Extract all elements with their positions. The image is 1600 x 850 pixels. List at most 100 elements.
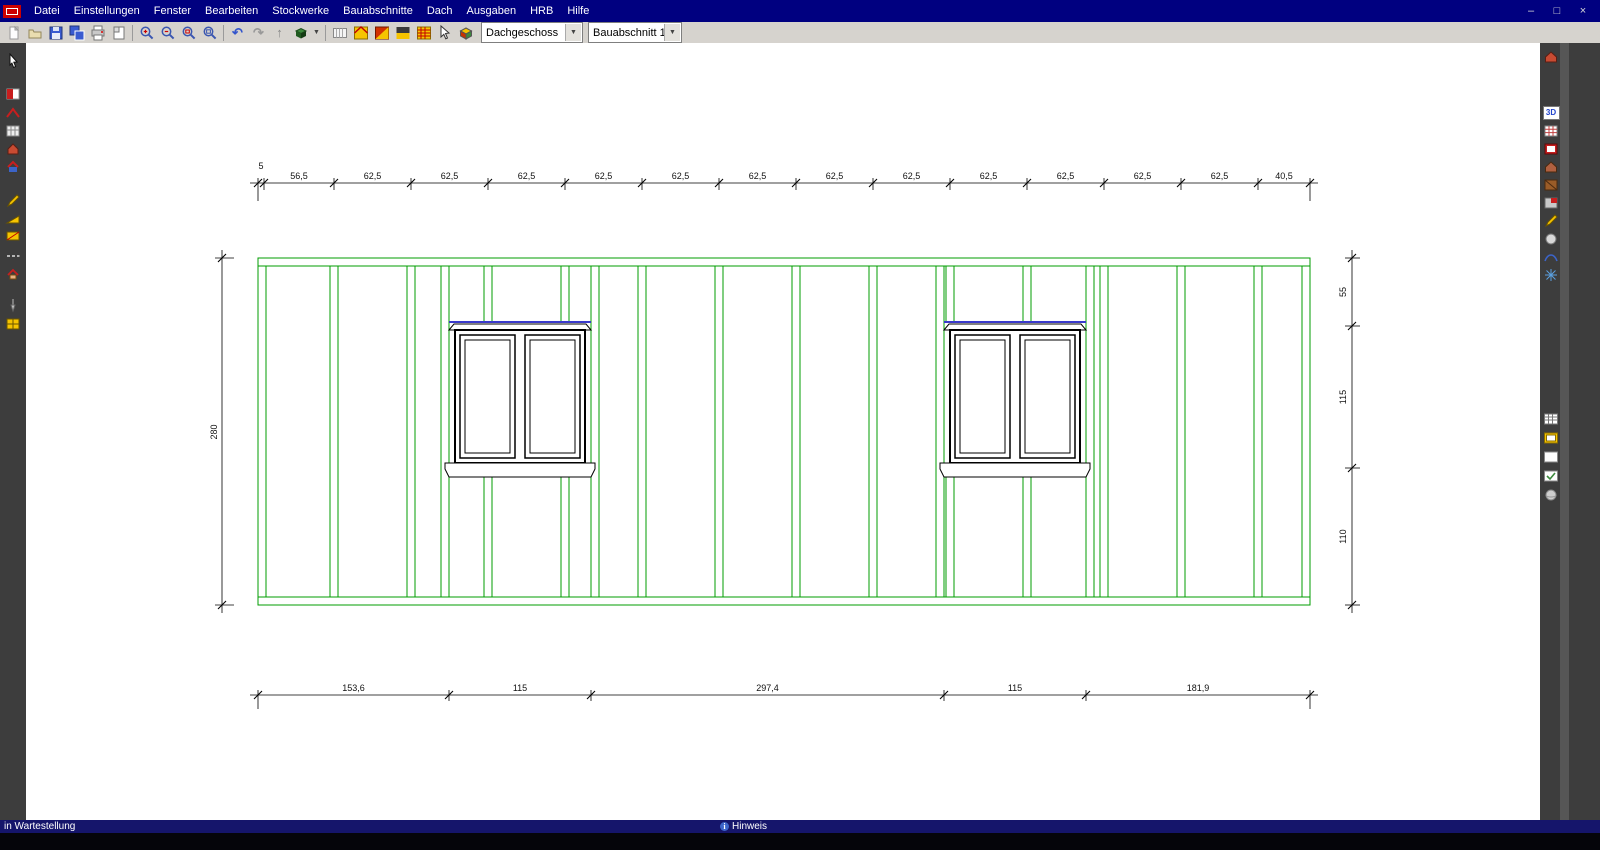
bottom-plate — [258, 597, 1310, 605]
white-panel-button[interactable] — [1542, 448, 1560, 465]
main-toolbar: ↶↷↑ ▼ Dachgeschoss ▼ Bauabschnitt 1 ▼ — [0, 22, 1600, 44]
hand-roof-tool-button[interactable] — [4, 265, 22, 282]
menu-item-hilfe[interactable]: Hilfe — [560, 3, 596, 19]
stud-lower — [946, 477, 954, 597]
red-grid-button[interactable] — [1542, 122, 1560, 139]
app-logo-icon — [3, 5, 21, 18]
maximize-button[interactable]: □ — [1550, 5, 1564, 17]
3d-view-badge-button[interactable]: 3D — [1542, 104, 1560, 121]
plumb-tool-button[interactable] — [4, 296, 22, 313]
storey-house-tool-button[interactable] — [4, 158, 22, 175]
stud — [715, 266, 723, 597]
window-glass — [960, 340, 1005, 453]
dimension-label: 62,5 — [1057, 171, 1075, 181]
display-mode-cube-button[interactable] — [291, 24, 311, 42]
pan-view-button[interactable]: ↑ — [270, 24, 290, 42]
layer-roof-button[interactable] — [351, 24, 371, 42]
stud-upper — [484, 266, 492, 322]
curve-button[interactable] — [1542, 248, 1560, 265]
dimension-label: 115 — [1008, 683, 1022, 693]
stud-lower — [561, 477, 569, 597]
info-icon: i — [720, 822, 729, 831]
zoom-out-button[interactable] — [158, 24, 178, 42]
dimension-label: 62,5 — [826, 171, 844, 181]
window — [445, 322, 595, 477]
zoom-fit-button[interactable] — [200, 24, 220, 42]
dimension-label: 153,6 — [342, 683, 365, 693]
print-preview-button[interactable] — [109, 24, 129, 42]
top-plate — [258, 258, 1310, 266]
select-mode-button[interactable] — [435, 24, 455, 42]
undo-button[interactable]: ↶ — [228, 24, 248, 42]
pencil-small-button[interactable] — [1542, 212, 1560, 229]
hatch-tool-button[interactable] — [4, 227, 22, 244]
pointer-tool-button[interactable] — [4, 52, 22, 69]
close-button[interactable]: × — [1576, 5, 1590, 17]
zoom-in-button[interactable] — [137, 24, 157, 42]
redo-button[interactable]: ↷ — [249, 24, 269, 42]
right-toolbar-strip — [1560, 43, 1569, 820]
dimension-label: 62,5 — [518, 171, 536, 181]
layer-wall-button[interactable] — [372, 24, 392, 42]
project-house-button[interactable] — [1542, 48, 1560, 65]
wall-view-button[interactable] — [330, 24, 350, 42]
grid-tool-button[interactable] — [4, 122, 22, 139]
roof-tool-button[interactable] — [4, 104, 22, 121]
section-select-value: Bauabschnitt 1 — [589, 27, 666, 39]
print-button[interactable] — [88, 24, 108, 42]
toolbar-separator — [223, 25, 224, 41]
menu-item-bauabschnitte[interactable]: Bauabschnitte — [336, 3, 420, 19]
red-panel-button[interactable] — [1542, 140, 1560, 157]
panel-grid-tool-button[interactable] — [4, 315, 22, 332]
window-controls: – □ × — [1524, 5, 1600, 17]
wedge-tool-button[interactable] — [4, 210, 22, 227]
sphere-button[interactable] — [1542, 486, 1560, 503]
stud — [1254, 266, 1262, 597]
menu-bar: DateiEinstellungenFensterBearbeitenStock… — [0, 0, 1600, 22]
minimize-button[interactable]: – — [1524, 5, 1538, 17]
menu-item-einstellungen[interactable]: Einstellungen — [67, 3, 147, 19]
table-grid-button[interactable] — [1542, 410, 1560, 427]
pencil-tool-button[interactable] — [4, 192, 22, 209]
dimension-label: 115 — [1338, 390, 1348, 404]
gray-red-button[interactable] — [1542, 194, 1560, 211]
split-panel-tool-button[interactable] — [4, 85, 22, 102]
menu-item-bearbeiten[interactable]: Bearbeiten — [198, 3, 265, 19]
menu-item-datei[interactable]: Datei — [27, 3, 67, 19]
save-all-button[interactable] — [67, 24, 87, 42]
dimension-label: 62,5 — [1211, 171, 1229, 181]
section-select-caret-icon[interactable]: ▼ — [664, 24, 680, 41]
view-3d-button[interactable] — [456, 24, 476, 42]
zoom-window-button[interactable] — [179, 24, 199, 42]
new-file-button[interactable] — [4, 24, 24, 42]
window-panel-button[interactable] — [1542, 429, 1560, 446]
stud — [1302, 266, 1310, 597]
menu-item-fenster[interactable]: Fenster — [147, 3, 198, 19]
right-dimension-chain: 55115110 — [1338, 250, 1360, 613]
dimension-label: 62,5 — [595, 171, 613, 181]
house-small-button[interactable] — [1542, 158, 1560, 175]
storey-select[interactable]: Dachgeschoss ▼ — [481, 22, 583, 43]
dashed-line-tool-button[interactable] — [4, 247, 22, 264]
menu-item-hrb[interactable]: HRB — [523, 3, 560, 19]
storey-select-caret-icon[interactable]: ▼ — [565, 24, 581, 41]
house-tool-button[interactable] — [4, 140, 22, 157]
menu-item-ausgaben[interactable]: Ausgaben — [460, 3, 524, 19]
menu-item-stockwerke[interactable]: Stockwerke — [265, 3, 336, 19]
section-select[interactable]: Bauabschnitt 1 ▼ — [588, 22, 682, 43]
timber-box-button[interactable] — [1542, 176, 1560, 193]
snowflake-button[interactable] — [1542, 266, 1560, 283]
display-mode-caret-button[interactable]: ▼ — [312, 24, 322, 42]
wall-framing-drawing: 556,562,562,562,562,562,562,562,562,562,… — [26, 43, 1540, 820]
menu-item-dach[interactable]: Dach — [420, 3, 460, 19]
eraser-button[interactable] — [1542, 230, 1560, 247]
drawing-area[interactable]: 556,562,562,562,562,562,562,562,562,562,… — [26, 43, 1540, 820]
check-panel-button[interactable] — [1542, 467, 1560, 484]
save-button[interactable] — [46, 24, 66, 42]
layer-beam-button[interactable] — [393, 24, 413, 42]
open-file-button[interactable] — [25, 24, 45, 42]
window-glass — [465, 340, 510, 453]
layer-panel-button[interactable] — [414, 24, 434, 42]
stud — [638, 266, 646, 597]
dimension-label: 62,5 — [903, 171, 921, 181]
